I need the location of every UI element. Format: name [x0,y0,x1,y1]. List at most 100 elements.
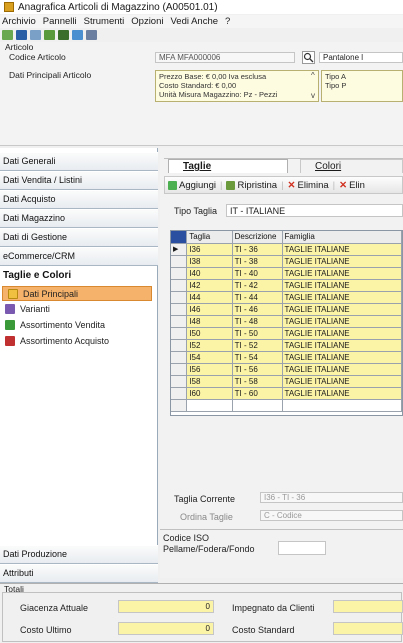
table-row[interactable]: I58 TI - 58 TAGLIE ITALIANE [171,375,402,388]
cell-descrizione[interactable]: TI - 48 [232,315,283,328]
cell-descrizione[interactable]: TI - 36 [232,243,283,256]
sidebar-item-dati-acquisto[interactable]: Dati Acquisto [0,190,158,209]
cell-taglia[interactable]: I46 [186,303,233,316]
tipo-taglia-field[interactable]: IT - ITALIANE [226,204,403,217]
cell-descrizione[interactable]: TI - 44 [232,291,283,304]
row-selector[interactable] [171,351,188,364]
cell-famiglia[interactable]: TAGLIE ITALIANE [282,387,402,400]
cell-taglia[interactable]: I48 [186,315,233,328]
cell-famiglia[interactable]: TAGLIE ITALIANE [282,303,402,316]
empty-cell[interactable] [171,399,188,412]
cell-taglia[interactable]: I42 [186,279,233,292]
cell-taglia[interactable]: I38 [186,255,233,268]
cell-descrizione[interactable]: TI - 50 [232,327,283,340]
cell-descrizione[interactable]: TI - 52 [232,339,283,352]
table-row-empty[interactable] [171,399,402,412]
cell-famiglia[interactable]: TAGLIE ITALIANE [282,279,402,292]
cell-taglia[interactable]: I40 [186,267,233,280]
row-selector[interactable] [171,315,188,328]
sidebar-sub-assortimento-vendita[interactable]: Assortimento Vendita [0,318,158,333]
table-row[interactable]: I56 TI - 56 TAGLIE ITALIANE [171,363,402,376]
row-selector[interactable] [171,255,188,268]
cell-descrizione[interactable]: TI - 46 [232,303,283,316]
cell-descrizione[interactable]: TI - 42 [232,279,283,292]
tab-colori[interactable]: Colori [300,159,403,173]
cell-taglia[interactable]: I54 [186,351,233,364]
row-selector[interactable] [171,327,188,340]
table-row[interactable]: I48 TI - 48 TAGLIE ITALIANE [171,315,402,328]
table-row[interactable]: I46 TI - 46 TAGLIE ITALIANE [171,303,402,316]
row-selector[interactable] [171,291,188,304]
table-row[interactable]: I54 TI - 54 TAGLIE ITALIANE [171,351,402,364]
cell-taglia[interactable]: I50 [186,327,233,340]
cell-descrizione[interactable]: TI - 40 [232,267,283,280]
cell-famiglia[interactable]: TAGLIE ITALIANE [282,291,402,304]
sidebar-item-dati-magazzino[interactable]: Dati Magazzino [0,209,158,228]
cell-famiglia[interactable]: TAGLIE ITALIANE [282,363,402,376]
filter-icon[interactable] [86,30,97,40]
table-row[interactable]: I44 TI - 44 TAGLIE ITALIANE [171,291,402,304]
cell-famiglia[interactable]: TAGLIE ITALIANE [282,255,402,268]
delete-icon[interactable] [30,30,41,40]
cell-famiglia[interactable]: TAGLIE ITALIANE [282,315,402,328]
sidebar-sub-assortimento-acquisto[interactable]: Assortimento Acquisto [0,334,158,349]
tab-taglie[interactable]: Taglie [168,159,288,173]
new-doc-icon[interactable] [2,30,13,40]
cell-famiglia[interactable]: TAGLIE ITALIANE [282,351,402,364]
menu-strumenti[interactable]: Strumenti [84,16,125,27]
cell-descrizione[interactable]: TI - 58 [232,375,283,388]
row-selector-current[interactable]: ▶ [171,243,188,256]
menu-help[interactable]: ? [225,16,230,27]
cell-famiglia[interactable]: TAGLIE ITALIANE [282,339,402,352]
cell-taglia[interactable]: I60 [186,387,233,400]
grid-corner[interactable] [171,231,188,244]
sidebar-sub-varianti[interactable]: Varianti [0,302,158,317]
sizes-grid[interactable]: Taglia Descrizione Famiglia ▶ I36 TI - 36 T… [170,230,403,416]
chevron-up-icon[interactable]: ^ [311,71,315,80]
row-selector[interactable] [171,339,188,352]
row-selector[interactable] [171,375,188,388]
sidebar-item-ecommerce[interactable]: eCommerce/CRM [0,247,158,266]
cell-taglia[interactable]: I52 [186,339,233,352]
table-row[interactable]: I60 TI - 60 TAGLIE ITALIANE [171,387,402,400]
table-row[interactable]: I42 TI - 42 TAGLIE ITALIANE [171,279,402,292]
cell-famiglia[interactable]: TAGLIE ITALIANE [282,327,402,340]
sidebar-item-dati-vendita[interactable]: Dati Vendita / Listini [0,171,158,190]
add-button[interactable]: Aggiungi [168,180,216,191]
column-header-taglia[interactable]: Taglia [186,231,233,244]
cell-taglia[interactable]: I56 [186,363,233,376]
ordina-taglie-select[interactable]: C - Codice [260,510,403,521]
row-selector[interactable] [171,267,188,280]
cell-taglia[interactable]: I44 [186,291,233,304]
cell-famiglia[interactable]: TAGLIE ITALIANE [282,243,402,256]
cell-descrizione[interactable]: TI - 38 [232,255,283,268]
empty-cell[interactable] [232,399,283,412]
sidebar-item-dati-produzione[interactable]: Dati Produzione [0,545,158,564]
cell-descrizione[interactable]: TI - 54 [232,351,283,364]
cell-famiglia[interactable]: TAGLIE ITALIANE [282,267,402,280]
empty-cell[interactable] [282,399,402,412]
menu-vedi-anche[interactable]: Vedi Anche [170,16,218,27]
print-icon[interactable] [72,30,83,40]
sidebar-item-dati-generali[interactable]: Dati Generali [0,152,158,171]
menu-opzioni[interactable]: Opzioni [131,16,163,27]
table-row[interactable]: I38 TI - 38 TAGLIE ITALIANE [171,255,402,268]
search-icon[interactable] [302,51,315,64]
column-header-descrizione[interactable]: Descrizione [232,231,283,244]
sidebar-item-attributi[interactable]: Attributi [0,564,158,583]
empty-cell[interactable] [186,399,233,412]
cell-descrizione[interactable]: TI - 56 [232,363,283,376]
menu-pannelli[interactable]: Pannelli [43,16,77,27]
sidebar-item-dati-gestione[interactable]: Dati di Gestione [0,228,158,247]
restore-button[interactable]: Ripristina [226,180,277,191]
row-selector[interactable] [171,303,188,316]
table-row[interactable]: I50 TI - 50 TAGLIE ITALIANE [171,327,402,340]
cell-taglia[interactable]: I58 [186,375,233,388]
table-row[interactable]: ▶ I36 TI - 36 TAGLIE ITALIANE [171,243,402,256]
binoculars-icon[interactable] [58,30,69,40]
description-field[interactable]: Pantalone l [319,52,403,63]
save-icon[interactable] [16,30,27,40]
cell-descrizione[interactable]: TI - 60 [232,387,283,400]
table-row[interactable]: I52 TI - 52 TAGLIE ITALIANE [171,339,402,352]
delete-all-button[interactable]: ✕ Elin [339,180,365,191]
